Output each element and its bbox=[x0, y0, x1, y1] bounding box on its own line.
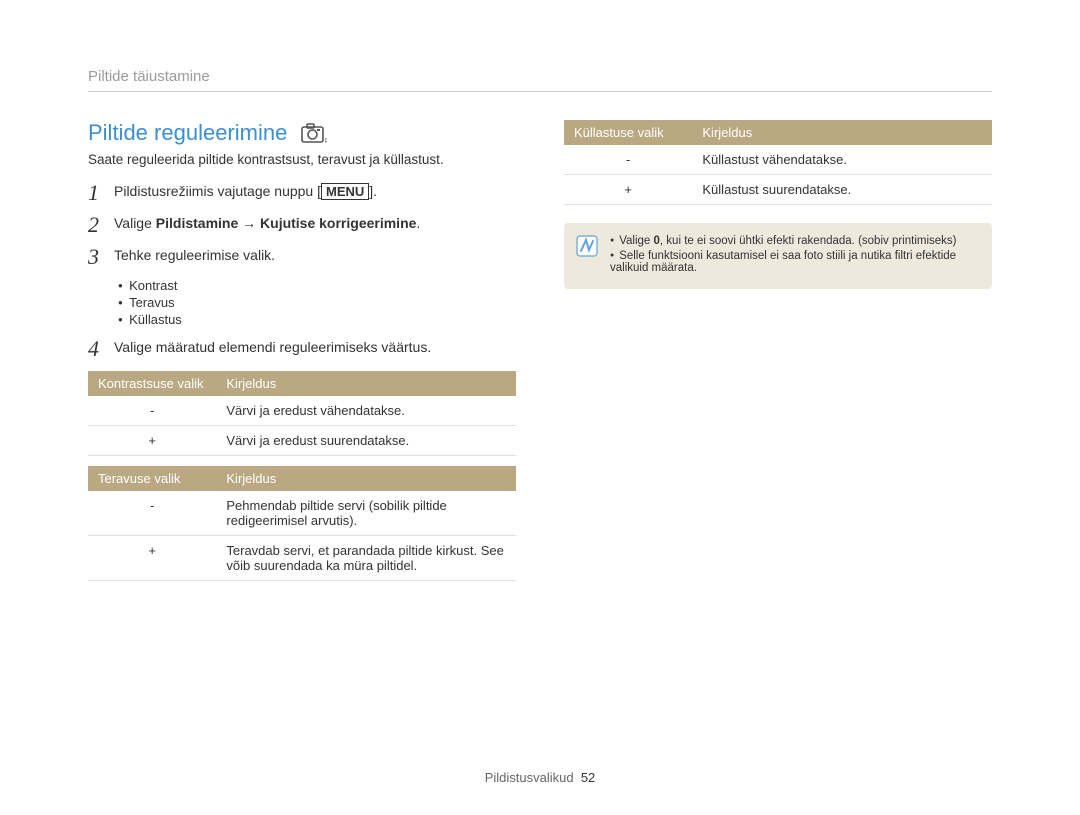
list-item: Valige 0, kui te ei soovi ühtki efekti r… bbox=[610, 235, 978, 247]
step-number: 4 bbox=[88, 337, 104, 361]
table-header: Kirjeldus bbox=[216, 466, 516, 491]
desc-cell: Pehmendab piltide servi (sobilik piltide… bbox=[216, 491, 516, 536]
table-header-row: Teravuse valik Kirjeldus bbox=[88, 466, 516, 491]
table-header: Teravuse valik bbox=[88, 466, 216, 491]
step-number: 1 bbox=[88, 181, 104, 205]
table-row: - Küllastust vähendatakse. bbox=[564, 145, 992, 175]
list-item: Kontrast bbox=[118, 278, 516, 293]
step-text: Valige määratud elemendi reguleerimiseks… bbox=[114, 337, 431, 355]
camera-auto-icon: p bbox=[301, 123, 327, 143]
table-row: - Pehmendab piltide servi (sobilik pilti… bbox=[88, 491, 516, 536]
option-cell: + bbox=[88, 425, 216, 455]
svg-text:p: p bbox=[325, 137, 327, 143]
adjust-options: Kontrast Teravus Küllastus bbox=[118, 278, 516, 327]
table-header: Küllastuse valik bbox=[564, 120, 692, 145]
option-cell: + bbox=[564, 175, 692, 205]
content-columns: Piltide reguleerimine p Saate reguleerid… bbox=[88, 120, 992, 589]
info-icon bbox=[576, 235, 598, 257]
table-header: Kirjeldus bbox=[692, 120, 992, 145]
table-header-row: Küllastuse valik Kirjeldus bbox=[564, 120, 992, 145]
step-text: Tehke reguleerimise valik. bbox=[114, 245, 275, 263]
desc-cell: Värvi ja eredust vähendatakse. bbox=[216, 396, 516, 426]
step-4: 4 Valige määratud elemendi reguleerimise… bbox=[88, 337, 516, 361]
sharpness-table: Teravuse valik Kirjeldus - Pehmendab pil… bbox=[88, 466, 516, 581]
menu-button-label: MENU bbox=[321, 183, 369, 200]
note-list: Valige 0, kui te ei soovi ühtki efekti r… bbox=[610, 235, 978, 277]
step-2: 2 Valige Pildistamine → Kujutise korrige… bbox=[88, 213, 516, 237]
footer-label: Pildistusvalikud bbox=[485, 770, 574, 785]
option-cell: - bbox=[88, 396, 216, 426]
saturation-table: Küllastuse valik Kirjeldus - Küllastust … bbox=[564, 120, 992, 205]
step-number: 2 bbox=[88, 213, 104, 237]
option-cell: - bbox=[88, 491, 216, 536]
table-header-row: Kontrastsuse valik Kirjeldus bbox=[88, 371, 516, 396]
contrast-table: Kontrastsuse valik Kirjeldus - Värvi ja … bbox=[88, 371, 516, 456]
intro-text: Saate reguleerida piltide kontrastsust, … bbox=[88, 152, 516, 167]
table-header: Kontrastsuse valik bbox=[88, 371, 216, 396]
note-box: Valige 0, kui te ei soovi ühtki efekti r… bbox=[564, 223, 992, 289]
step-1: 1 Pildistusrežiimis vajutage nuppu [MENU… bbox=[88, 181, 516, 205]
table-row: + Teravdab servi, et parandada piltide k… bbox=[88, 535, 516, 580]
desc-cell: Küllastust suurendatakse. bbox=[692, 175, 992, 205]
table-row: + Küllastust suurendatakse. bbox=[564, 175, 992, 205]
desc-cell: Värvi ja eredust suurendatakse. bbox=[216, 425, 516, 455]
list-item: Teravus bbox=[118, 295, 516, 310]
list-item: Selle funktsiooni kasutamisel ei saa fot… bbox=[610, 250, 978, 274]
desc-cell: Teravdab servi, et parandada piltide kir… bbox=[216, 535, 516, 580]
table-header: Kirjeldus bbox=[216, 371, 516, 396]
page-number: 52 bbox=[581, 770, 595, 785]
step-text: Pildistusrežiimis vajutage nuppu [MENU]. bbox=[114, 181, 377, 199]
breadcrumb: Piltide täiustamine bbox=[88, 68, 992, 92]
left-column: Piltide reguleerimine p Saate reguleerid… bbox=[88, 120, 516, 589]
list-item: Küllastus bbox=[118, 312, 516, 327]
desc-cell: Küllastust vähendatakse. bbox=[692, 145, 992, 175]
option-cell: - bbox=[564, 145, 692, 175]
page-title: Piltide reguleerimine bbox=[88, 120, 287, 146]
step-text: Valige Pildistamine → Kujutise korrigeer… bbox=[114, 213, 420, 231]
step-number: 3 bbox=[88, 245, 104, 269]
heading-row: Piltide reguleerimine p bbox=[88, 120, 516, 146]
table-row: + Värvi ja eredust suurendatakse. bbox=[88, 425, 516, 455]
table-row: - Värvi ja eredust vähendatakse. bbox=[88, 396, 516, 426]
page-footer: Pildistusvalikud 52 bbox=[0, 770, 1080, 785]
right-column: Küllastuse valik Kirjeldus - Küllastust … bbox=[564, 120, 992, 589]
step-3: 3 Tehke reguleerimise valik. bbox=[88, 245, 516, 269]
steps-list: 1 Pildistusrežiimis vajutage nuppu [MENU… bbox=[88, 181, 516, 361]
document-page: Piltide täiustamine Piltide reguleerimin… bbox=[0, 0, 1080, 629]
option-cell: + bbox=[88, 535, 216, 580]
